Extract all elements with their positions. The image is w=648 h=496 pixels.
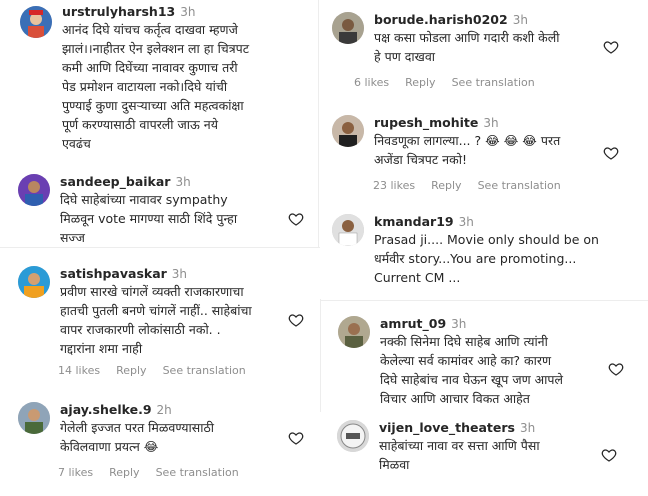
timestamp: 3h	[171, 267, 188, 281]
avatar[interactable]	[337, 420, 369, 452]
see-translation-link[interactable]: See translation	[156, 466, 239, 479]
heart-outline-icon[interactable]	[601, 447, 617, 463]
likes-count[interactable]: 14 likes	[58, 364, 100, 377]
avatar[interactable]	[332, 214, 364, 246]
avatar[interactable]	[332, 115, 364, 147]
avatar[interactable]	[18, 402, 50, 434]
comment-text: साहेबांच्या नावा वर सत्ता आणि पैसा मिळवा	[379, 438, 540, 472]
heart-outline-icon[interactable]	[608, 361, 624, 377]
likes-count[interactable]: 6 likes	[354, 76, 389, 89]
timestamp: 3h	[458, 215, 474, 229]
comment-text: आनंद दिघे यांचच कर्तृत्व दाखवा म्हणजे झा…	[62, 22, 250, 151]
comment-item: urstrulyharsh13 3h आनंद दिघे यांचच कर्तृत…	[20, 4, 320, 174]
panel-divider	[320, 299, 321, 412]
username[interactable]: ajay.shelke.9	[60, 402, 152, 417]
heart-outline-icon[interactable]	[603, 39, 619, 55]
avatar[interactable]	[18, 266, 50, 298]
avatar[interactable]	[20, 6, 52, 38]
username[interactable]: vijen_love_theaters	[379, 420, 515, 435]
comment-item: amrut_09 3h नक्की सिनेमा दिघे साहेब आणि त…	[338, 316, 638, 406]
reply-link[interactable]: Reply	[109, 466, 139, 479]
comment-text: गेलेली इज्जत परत मिळवण्यासाठी केविलवाणा …	[60, 420, 214, 454]
see-translation-link[interactable]: See translation	[163, 364, 246, 377]
reply-link[interactable]: Reply	[405, 76, 435, 89]
comment-text: प्रवीण सारखे चांगलें व्यक्ती राजकारणाचा …	[60, 284, 252, 356]
timestamp: 3h	[483, 116, 499, 130]
username[interactable]: kmandar19	[374, 214, 454, 229]
username[interactable]: urstrulyharsh13	[62, 4, 175, 19]
comment-text: नक्की सिनेमा दिघे साहेब आणि त्यांनी केले…	[380, 334, 563, 406]
timestamp: 3h	[512, 13, 528, 27]
timestamp: 3h	[175, 175, 191, 189]
timestamp: 2h	[156, 403, 172, 417]
likes-count[interactable]: 7 likes	[58, 466, 93, 479]
panel-divider	[321, 300, 648, 301]
reply-link[interactable]: Reply	[431, 179, 461, 192]
comment-text: निवडणूका लागल्या... ? 😂 😂 😂 परत अजेंडा च…	[374, 133, 561, 167]
avatar[interactable]	[18, 174, 50, 206]
reply-link[interactable]: Reply	[116, 364, 146, 377]
username[interactable]: borude.harish0202	[374, 12, 508, 27]
comment-meta: 14 likes Reply See translation	[58, 364, 262, 377]
comment-item: ajay.shelke.9 2h गेलेली इज्जत परत मिळवण्य…	[18, 402, 318, 492]
comment-item: kmandar19 3h Prasad ji.... Movie only sho…	[332, 214, 632, 294]
timestamp: 3h	[180, 5, 196, 19]
heart-outline-icon[interactable]	[288, 430, 304, 446]
comment-text: दिघे साहेबांच्या नावावर sympathy मिळवून …	[60, 192, 238, 245]
comment-text: पक्ष कसा फोडला आणि गदारी कशी केली हे पण …	[374, 30, 560, 64]
heart-outline-icon[interactable]	[288, 312, 304, 328]
comment-meta: 23 likes Reply See translation	[373, 179, 577, 192]
comment-text: Prasad ji.... Movie only should be on धर…	[374, 232, 599, 285]
timestamp: 3h	[519, 421, 536, 435]
comment-item: satishpavaskar 3h प्रवीण सारखे चांगलें व्…	[18, 266, 318, 386]
comment-item: borude.harish0202 3h पक्ष कसा फोडला आणि ग…	[332, 12, 632, 92]
comment-meta: 6 likes Reply See translation	[354, 76, 551, 89]
username[interactable]: satishpavaskar	[60, 266, 167, 281]
username[interactable]: rupesh_mohite	[374, 115, 478, 130]
username[interactable]: sandeep_baikar	[60, 174, 170, 189]
likes-count[interactable]: 23 likes	[373, 179, 415, 192]
comment-meta: 7 likes Reply See translation	[58, 466, 255, 479]
heart-outline-icon[interactable]	[288, 211, 304, 227]
avatar[interactable]	[332, 12, 364, 44]
comment-item: vijen_love_theaters 3h साहेबांच्या नावा व…	[337, 420, 637, 490]
see-translation-link[interactable]: See translation	[478, 179, 561, 192]
panel-divider	[0, 247, 320, 248]
comment-item: sandeep_baikar 3h दिघे साहेबांच्या नावावर…	[18, 174, 318, 245]
username[interactable]: amrut_09	[380, 316, 446, 331]
timestamp: 3h	[451, 317, 467, 331]
heart-outline-icon[interactable]	[603, 145, 619, 161]
comment-item: rupesh_mohite 3h निवडणूका लागल्या... ? 😂 …	[332, 115, 632, 195]
see-translation-link[interactable]: See translation	[452, 76, 535, 89]
avatar[interactable]	[338, 316, 370, 348]
